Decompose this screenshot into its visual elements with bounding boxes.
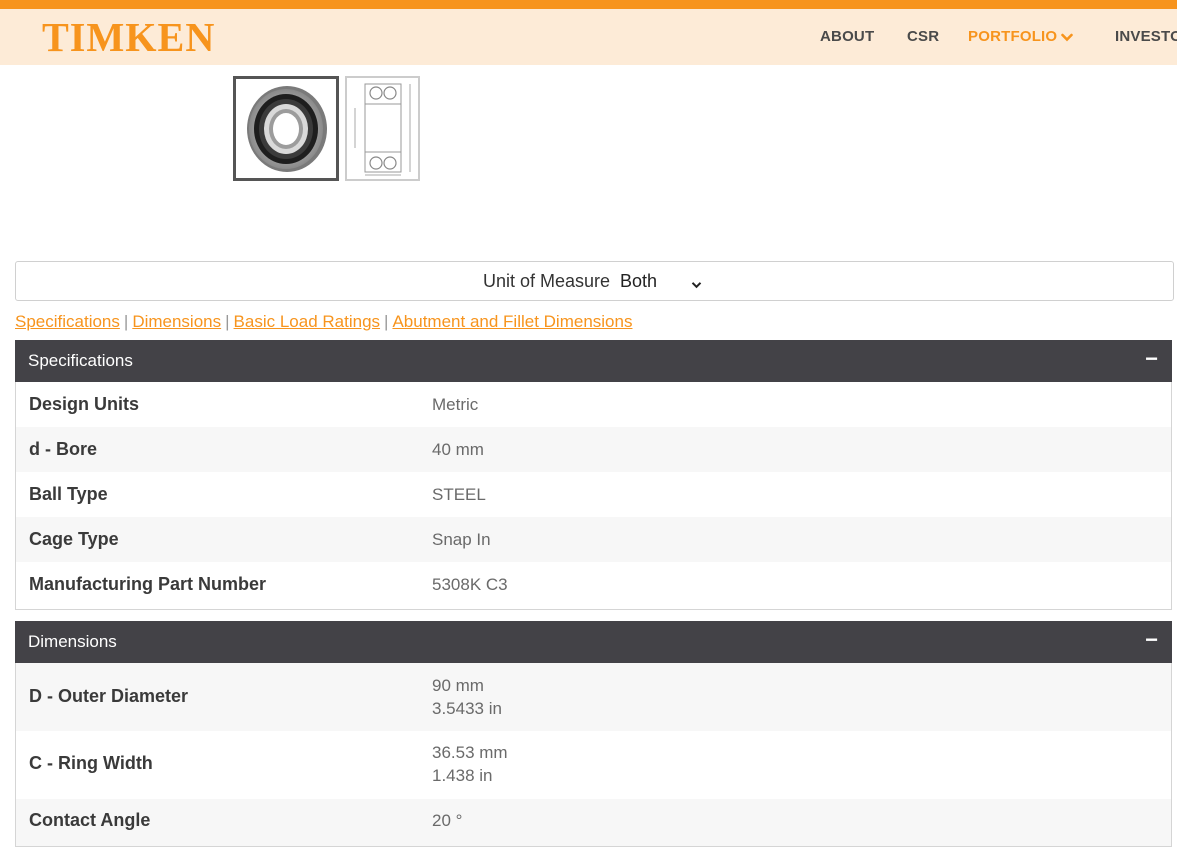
link-separator: |: [225, 312, 230, 331]
spec-label: Design Units: [29, 394, 140, 414]
table-row: Cage Type Snap In: [16, 517, 1171, 562]
nav-item-csr[interactable]: CSR: [907, 28, 939, 45]
bearing-drawing-icon: [354, 83, 411, 176]
link-specifications[interactable]: Specifications: [15, 312, 120, 331]
dimension-value-metric: 20 °: [432, 811, 463, 830]
spec-label: Cage Type: [29, 529, 119, 549]
nav-item-portfolio-label: PORTFOLIO: [968, 28, 1058, 45]
nav-item-investors[interactable]: INVESTO: [1115, 28, 1177, 45]
spec-value: STEEL: [432, 485, 486, 504]
nav-item-portfolio[interactable]: PORTFOLIO: [968, 28, 1074, 46]
dimension-value-imperial: 3.5433 in: [432, 699, 502, 718]
bearing-photo-icon: [247, 86, 327, 172]
link-separator: |: [123, 312, 129, 331]
unit-of-measure-label: Unit of Measure: [483, 271, 611, 291]
table-row: Design Units Metric: [16, 382, 1171, 427]
spec-label: Ball Type: [29, 484, 108, 504]
unit-of-measure-bar: Unit of Measure Both: [15, 261, 1174, 301]
top-accent-strip: [0, 0, 1177, 9]
spec-label: d - Bore: [29, 439, 98, 459]
section-links: Specifications | Dimensions | Basic Load Rat…: [15, 312, 632, 332]
collapse-icon[interactable]: −: [1145, 346, 1158, 372]
spec-value: Metric: [432, 395, 479, 414]
link-separator: |: [384, 312, 389, 331]
table-row: D - Outer Diameter 90 mm 3.5433 in: [16, 663, 1171, 731]
dimension-value-metric: 36.53 mm: [432, 743, 508, 762]
thumbnail-bearing-photo[interactable]: [233, 76, 339, 181]
nav-item-about[interactable]: ABOUT: [820, 28, 874, 45]
dimension-label: Contact Angle: [29, 810, 151, 830]
specifications-panel-header[interactable]: Specifications −: [15, 340, 1172, 382]
link-basic-load-ratings[interactable]: Basic Load Ratings: [234, 312, 380, 331]
dimension-value-metric: 90 mm: [432, 676, 484, 695]
table-row: C - Ring Width 36.53 mm 1.438 in: [16, 731, 1171, 799]
spec-value: Snap In: [432, 530, 491, 549]
dimension-label: C - Ring Width: [29, 753, 153, 773]
spec-label: Manufacturing Part Number: [29, 574, 267, 594]
collapse-icon[interactable]: −: [1145, 627, 1158, 653]
table-row: d - Bore 40 mm: [16, 427, 1171, 472]
spec-value: 40 mm: [432, 440, 484, 459]
table-row: Ball Type STEEL: [16, 472, 1171, 517]
panel-title: Specifications: [28, 351, 133, 370]
chevron-down-icon[interactable]: [691, 276, 702, 294]
chevron-down-icon: [1061, 29, 1074, 46]
link-abutment-fillet[interactable]: Abutment and Fillet Dimensions: [392, 312, 632, 331]
site-header: TIMKEN ABOUT CSR PORTFOLIO INVESTO: [0, 9, 1177, 65]
link-dimensions[interactable]: Dimensions: [132, 312, 221, 331]
unit-of-measure-select[interactable]: Both: [620, 271, 657, 292]
dimension-value-imperial: 1.438 in: [432, 766, 493, 785]
dimension-label: D - Outer Diameter: [29, 686, 189, 706]
dimensions-panel-header[interactable]: Dimensions −: [15, 621, 1172, 663]
table-row: Manufacturing Part Number 5308K C3: [16, 562, 1171, 608]
dimensions-panel: Dimensions − D - Outer Diameter 90 mm 3.…: [15, 621, 1172, 847]
specifications-panel: Specifications − Design Units Metric d -…: [15, 340, 1172, 610]
table-row: Contact Angle 20 °: [16, 799, 1171, 846]
spec-value: 5308K C3: [432, 575, 508, 594]
panel-title: Dimensions: [28, 632, 117, 651]
thumbnail-bearing-drawing[interactable]: [345, 76, 420, 181]
main-nav: ABOUT CSR PORTFOLIO INVESTO: [0, 28, 1177, 48]
